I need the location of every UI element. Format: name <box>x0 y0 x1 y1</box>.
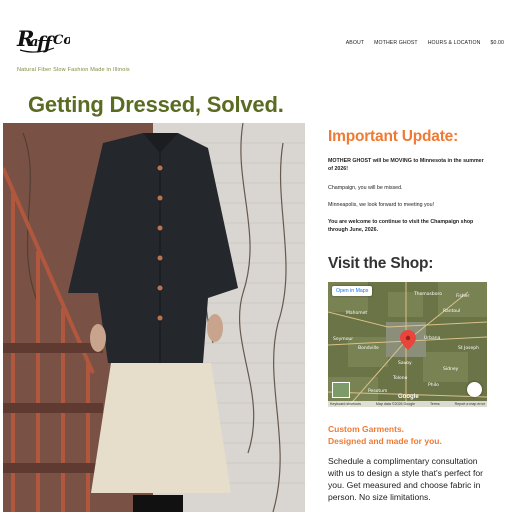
map-label-rantoul: Rantoul <box>443 308 460 314</box>
map-location-button[interactable] <box>467 382 482 397</box>
update-champaign-text: Champaign, you will be missed. <box>328 185 403 191</box>
brand-logo[interactable]: R a ff Co <box>16 22 70 56</box>
map-label-st-joseph: St Joseph <box>458 345 479 351</box>
google-logo: Google <box>398 394 419 400</box>
map-terms-link[interactable]: Terms <box>430 402 440 406</box>
nav-cart-total[interactable]: $0.00 <box>486 40 509 46</box>
map-label-savoy: Savoy <box>398 360 412 366</box>
nav-hours-location[interactable]: HOURS & LOCATION <box>423 40 486 46</box>
map-label-urbana: Urbana <box>424 335 441 341</box>
map-label-fisher: Fisher <box>456 293 469 299</box>
nav-about[interactable]: ABOUT <box>341 40 369 46</box>
main-nav: ABOUT MOTHER GHOST HOURS & LOCATION $0.0… <box>341 40 509 46</box>
update-minneapolis-text: Minneapolis, we look forward to meeting … <box>328 202 434 208</box>
hero-photo <box>3 123 305 512</box>
map-keyboard-shortcuts[interactable]: Keyboard shortcuts <box>330 402 361 406</box>
nav-mother-ghost[interactable]: MOTHER GHOST <box>369 40 423 46</box>
map-label-tolono: Tolono <box>392 375 408 381</box>
hero-title: Getting Dressed, Solved. <box>28 92 284 117</box>
update-section: Important Update: <box>328 128 493 146</box>
map-report-error-link[interactable]: Report a map error <box>455 402 485 406</box>
map-data-credit: Map data ©2026 Google <box>375 402 416 406</box>
site-tagline: Natural Fiber Slow Fashion Made in Illin… <box>17 67 130 73</box>
update-visit-text: You are welcome to continue to visit the… <box>328 219 474 233</box>
custom-garments-body: Schedule a complimentary consultation wi… <box>328 456 483 502</box>
update-title: Important Update: <box>328 128 459 145</box>
update-moving-text: MOTHER GHOST will be MOVING to Minnesota… <box>328 158 484 172</box>
svg-text:Co: Co <box>53 33 70 48</box>
map-layer-toggle[interactable] <box>332 382 350 398</box>
visit-title: Visit the Shop: <box>328 255 434 272</box>
custom-garments-heading: Custom Garments. Designed and made for y… <box>328 423 498 447</box>
shop-map[interactable]: Thomasboro Fisher Mahomet Rantoul Seymou… <box>328 282 487 407</box>
map-attribution: Keyboard shortcuts Map data ©2026 Google… <box>328 401 487 407</box>
custom-title-line1: Custom Garments. <box>328 424 405 434</box>
map-label-philo: Philo <box>428 382 439 388</box>
map-label-mahomet: Mahomet <box>346 310 367 316</box>
custom-title-line2: Designed and made for you. <box>328 436 442 446</box>
map-label-thomasboro: Thomasboro <box>413 291 442 297</box>
open-in-maps-button[interactable]: Open in Maps <box>332 286 373 296</box>
map-label-sidney: Sidney <box>443 366 459 372</box>
map-label-seymour: Seymour <box>333 336 353 342</box>
map-label-bondville: Bondville <box>358 345 379 351</box>
map-label-pesotum: Pesotum <box>368 388 387 394</box>
